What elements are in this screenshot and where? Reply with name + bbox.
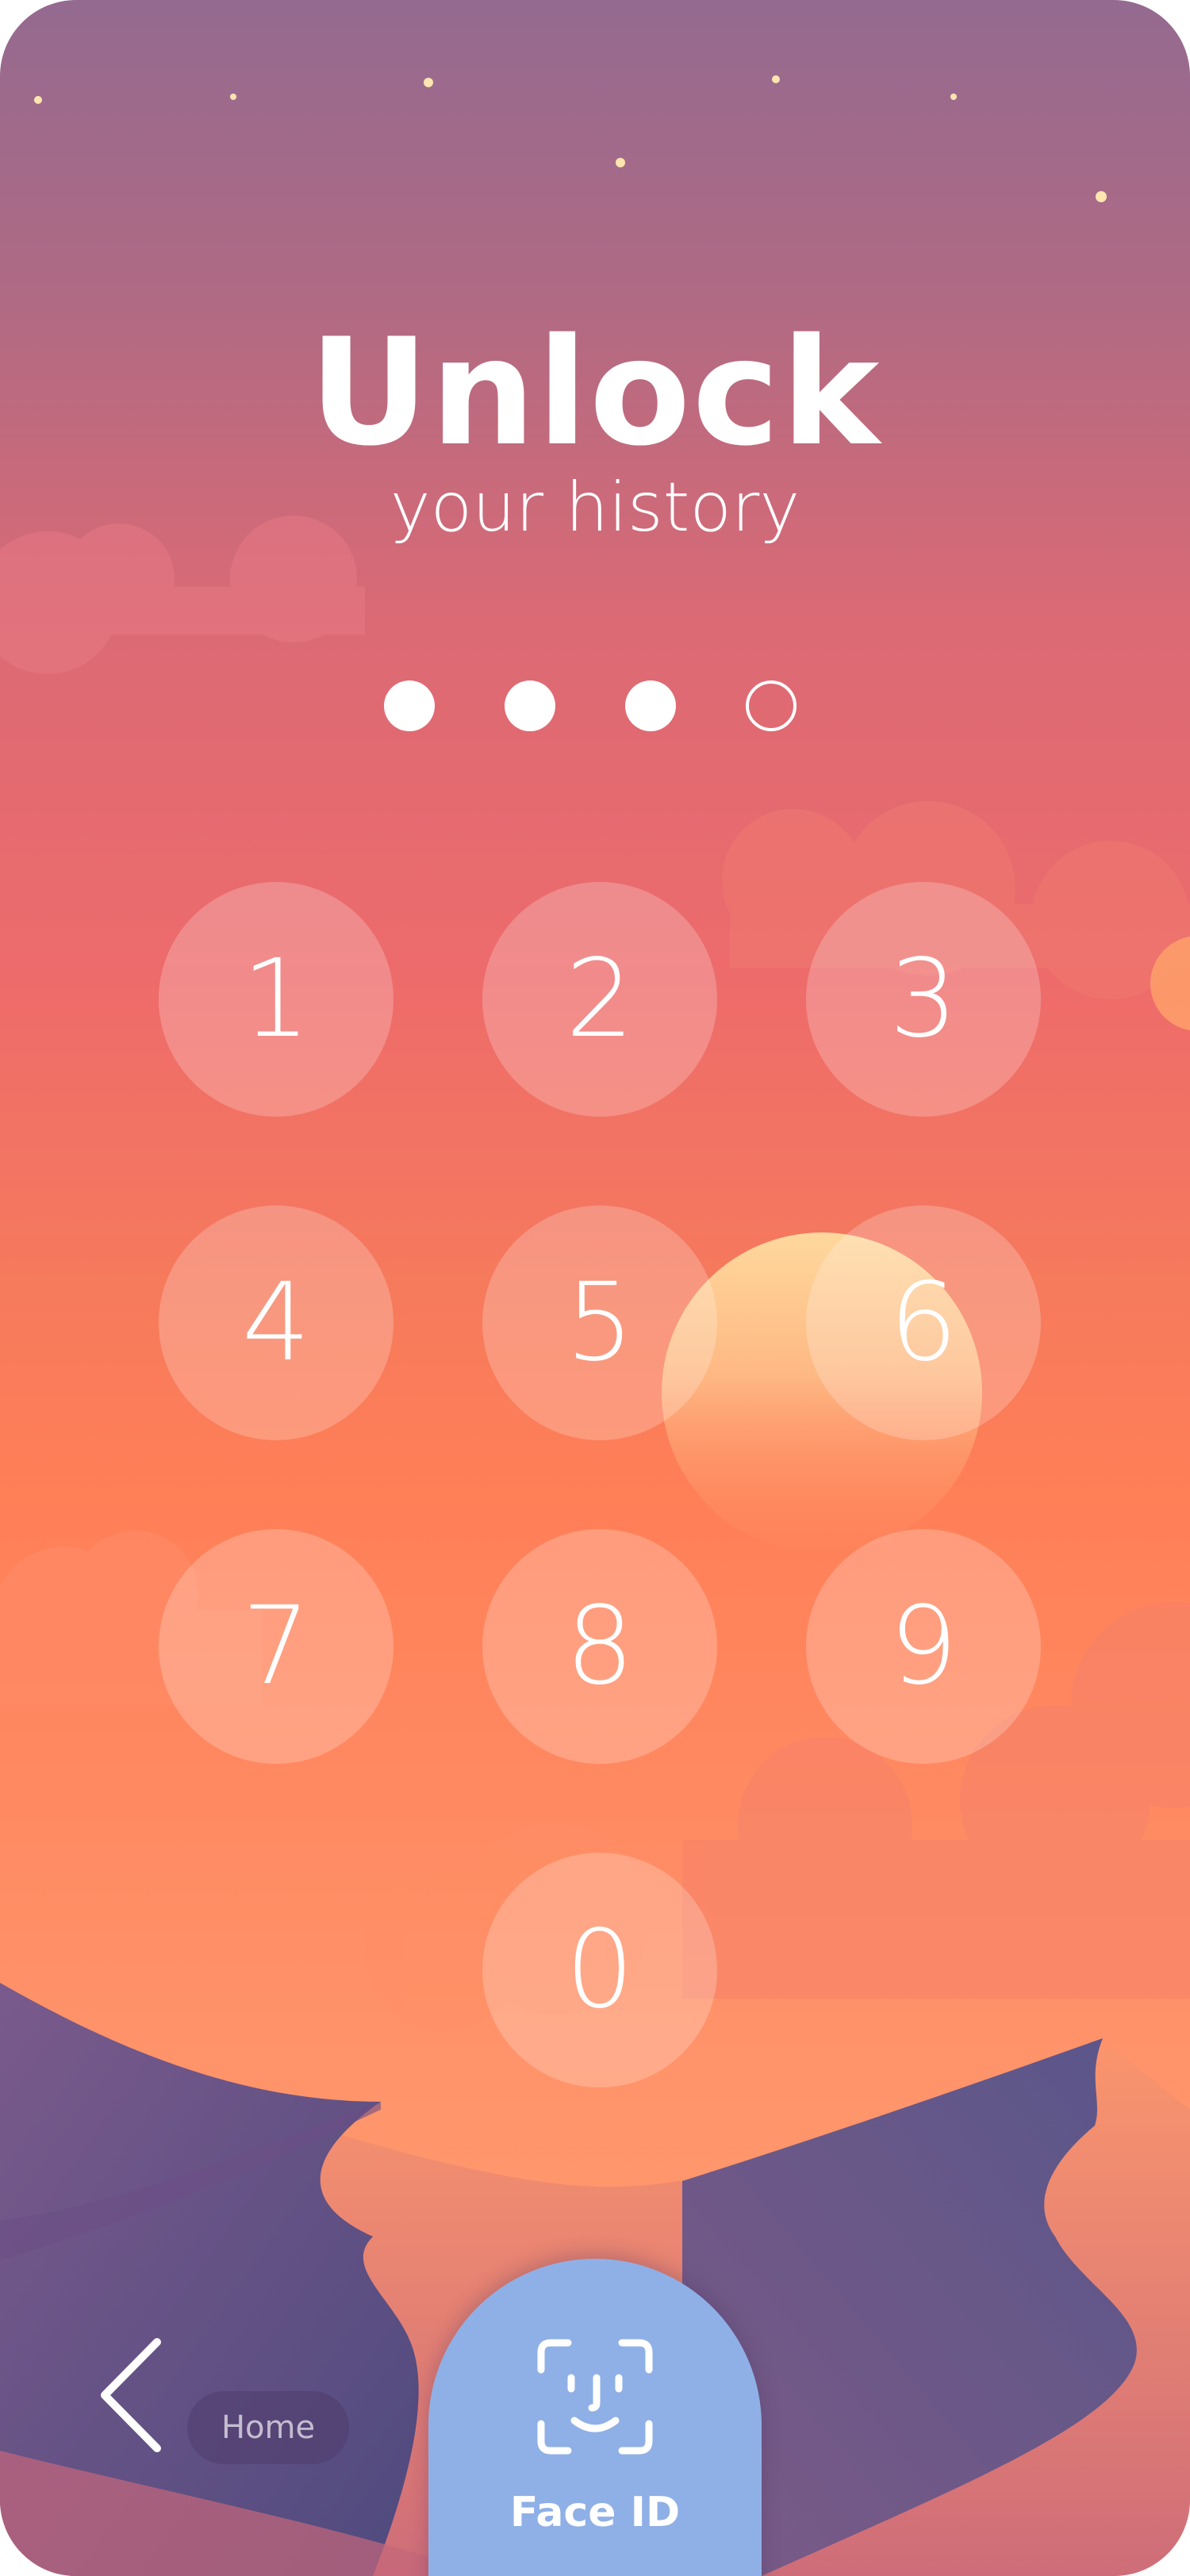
face-id-button[interactable]: Face ID (428, 2259, 762, 2576)
keypad-key-7[interactable]: 7 (159, 1529, 393, 1764)
pin-dot-filled (505, 680, 555, 731)
keypad-key-6[interactable]: 6 (806, 1206, 1041, 1440)
keypad-key-2[interactable]: 2 (482, 882, 717, 1117)
chevron-left-icon (101, 2338, 161, 2452)
pin-dot-empty (746, 680, 797, 731)
home-button[interactable]: Home (187, 2391, 349, 2464)
face-id-icon (537, 2339, 653, 2455)
keypad-key-4[interactable]: 4 (159, 1206, 393, 1440)
keypad-key-9[interactable]: 9 (806, 1529, 1041, 1764)
pin-dot-filled (625, 680, 676, 731)
back-button[interactable] (94, 2336, 170, 2455)
keypad-key-3[interactable]: 3 (806, 882, 1041, 1117)
keypad-key-1[interactable]: 1 (159, 882, 393, 1117)
face-id-label: Face ID (509, 2489, 681, 2536)
header: Unlock your history (0, 313, 1190, 551)
keypad-key-0[interactable]: 0 (482, 1853, 717, 2087)
page-subtitle: your history (390, 468, 800, 547)
keypad-key-5[interactable]: 5 (482, 1206, 717, 1440)
keypad-key-8[interactable]: 8 (482, 1529, 717, 1764)
page-title: Unlock (309, 306, 881, 478)
stars (34, 75, 1107, 202)
lock-screen: Unlock your history 1 2 3 4 5 6 7 8 9 0 … (0, 0, 1190, 2576)
passcode-indicator (0, 680, 1190, 736)
pin-dot-filled (384, 680, 435, 731)
